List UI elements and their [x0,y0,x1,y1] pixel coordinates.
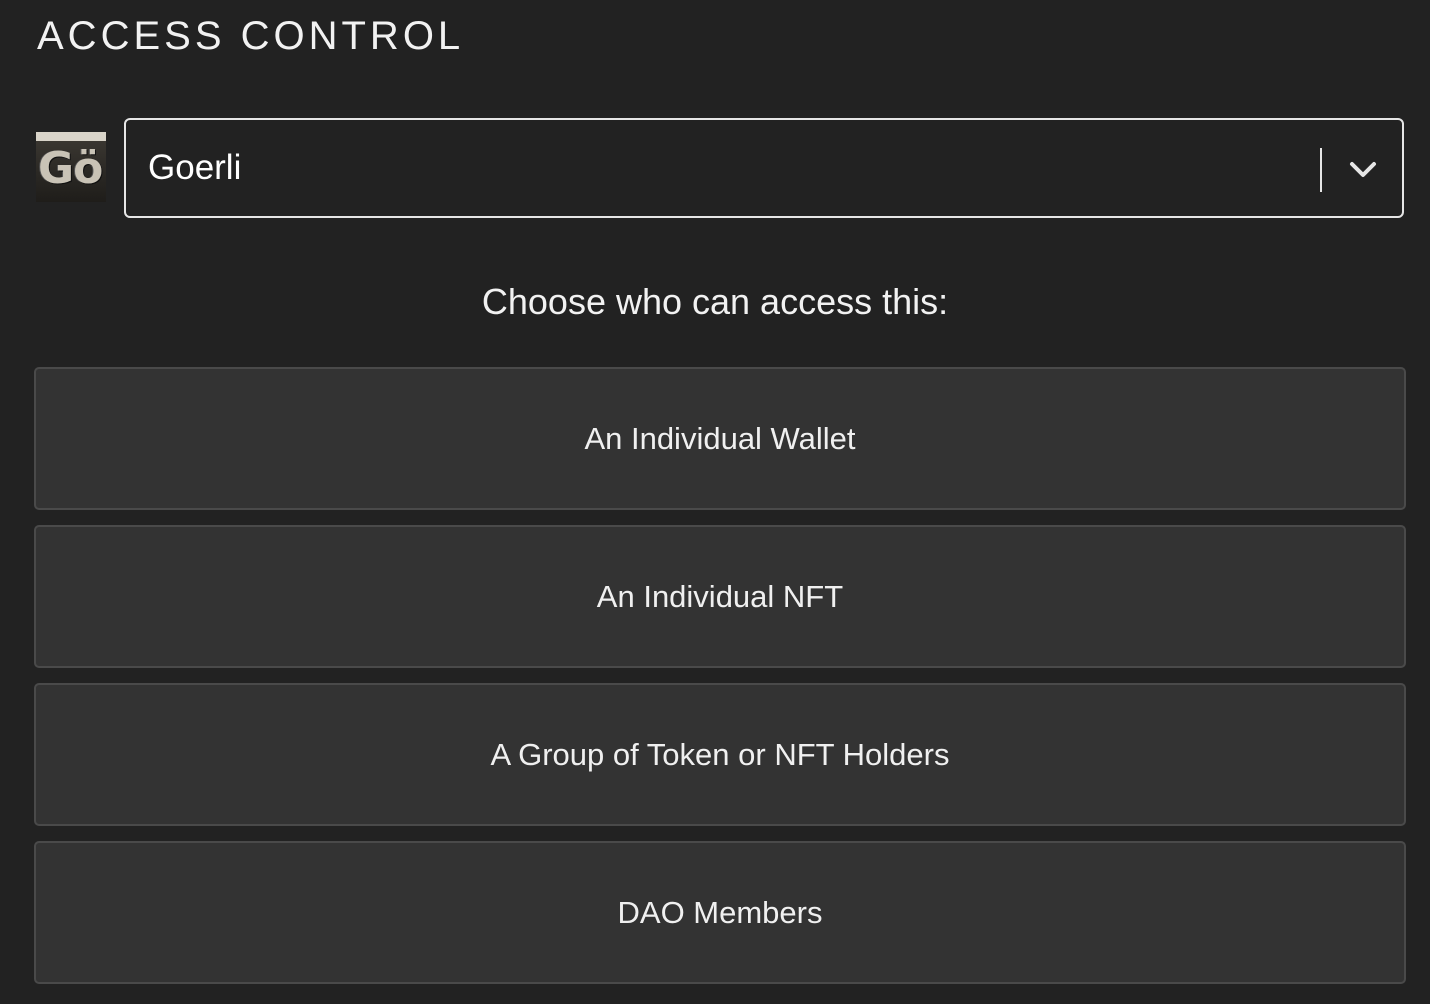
page-title: ACCESS CONTROL [37,14,465,58]
goerli-logo-icon: Gö [36,132,106,202]
chevron-down-icon-svg [1350,162,1376,177]
select-separator [1320,148,1322,192]
chain-select[interactable]: Goerli [124,118,1404,218]
option-individual-nft[interactable]: An Individual NFT [34,525,1406,668]
access-control-panel: ACCESS CONTROL Gö Goerli Choose who can … [0,0,1430,1004]
access-options-list: An Individual Wallet An Individual NFT A… [34,367,1406,999]
chain-selector-row: Gö Goerli [35,118,1405,218]
logo-letters: Gö [38,143,103,194]
option-individual-wallet[interactable]: An Individual Wallet [34,367,1406,510]
chevron-down-icon[interactable] [1348,156,1378,182]
access-prompt: Choose who can access this: [481,281,949,322]
option-dao-members[interactable]: DAO Members [34,841,1406,984]
option-token-nft-holders[interactable]: A Group of Token or NFT Holders [34,683,1406,826]
chain-select-value: Goerli [148,148,242,187]
